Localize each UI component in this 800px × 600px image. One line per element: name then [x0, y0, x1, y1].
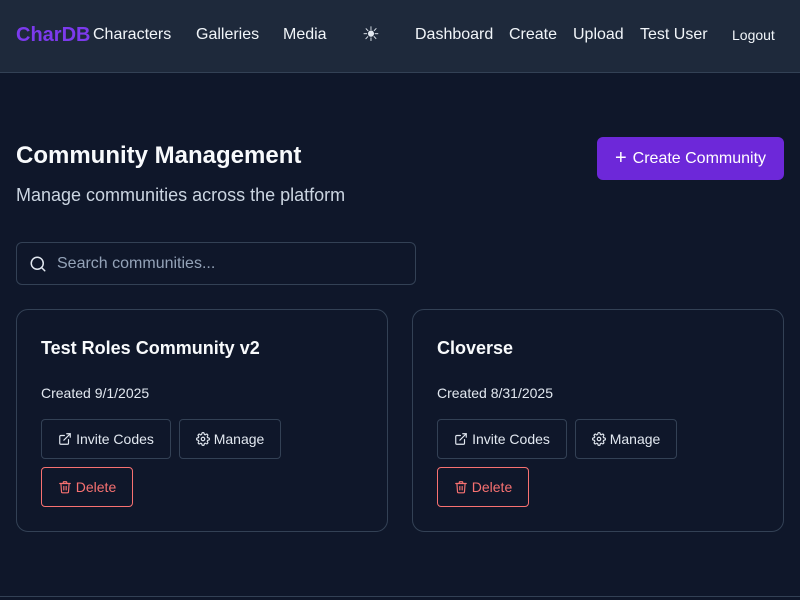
user-menu[interactable]: Test User [640, 26, 708, 44]
manage-button[interactable]: Manage [179, 419, 281, 459]
create-community-label: Create Community [632, 149, 767, 167]
manage-label: Manage [609, 431, 661, 447]
community-card: Test Roles Community v2 Created 9/1/2025… [16, 309, 388, 532]
nav-link-dashboard[interactable]: Dashboard [415, 26, 493, 44]
nav-link-upload[interactable]: Upload [573, 26, 624, 44]
delete-label: Delete [471, 479, 513, 495]
search-icon [30, 256, 46, 272]
page-title: Community Management [16, 142, 302, 169]
manage-button[interactable]: Manage [575, 419, 677, 459]
search-box [16, 242, 416, 285]
community-created-date: Created 8/31/2025 [437, 385, 553, 401]
community-name: Test Roles Community v2 [41, 338, 260, 358]
theme-toggle-sun-icon[interactable]: ☀ [360, 22, 382, 48]
gear-icon [195, 432, 210, 446]
top-navigation: CharDB Characters Galleries Media ☀ Dash… [0, 0, 800, 73]
invite-codes-button[interactable]: Invite Codes [41, 419, 171, 459]
invite-codes-button[interactable]: Invite Codes [437, 419, 567, 459]
community-created-date: Created 9/1/2025 [41, 385, 150, 401]
delete-button[interactable]: Delete [41, 467, 133, 507]
invite-codes-label: Invite Codes [76, 431, 154, 447]
nav-link-create[interactable]: Create [509, 26, 557, 44]
nav-link-media[interactable]: Media [283, 26, 327, 44]
create-community-button[interactable]: + Create Community [597, 137, 784, 180]
community-card: Cloverse Created 8/31/2025 Invite Codes … [412, 309, 784, 532]
nav-link-galleries[interactable]: Galleries [196, 26, 259, 44]
search-input[interactable] [57, 243, 412, 284]
manage-label: Manage [213, 431, 265, 447]
nav-link-characters[interactable]: Characters [93, 26, 171, 44]
footer-divider [0, 596, 800, 597]
trash-icon [58, 481, 71, 494]
gear-icon [591, 432, 606, 446]
external-link-icon [59, 433, 71, 445]
plus-icon: + [614, 147, 627, 169]
delete-button[interactable]: Delete [437, 467, 529, 507]
brand-logo[interactable]: CharDB [16, 24, 90, 47]
delete-label: Delete [75, 479, 117, 495]
invite-codes-label: Invite Codes [472, 431, 550, 447]
page-subtitle: Manage communities across the platform [16, 185, 346, 205]
logout-button[interactable]: Logout [732, 27, 775, 43]
external-link-icon [455, 433, 467, 445]
trash-icon [454, 481, 467, 494]
community-name: Cloverse [437, 338, 514, 358]
